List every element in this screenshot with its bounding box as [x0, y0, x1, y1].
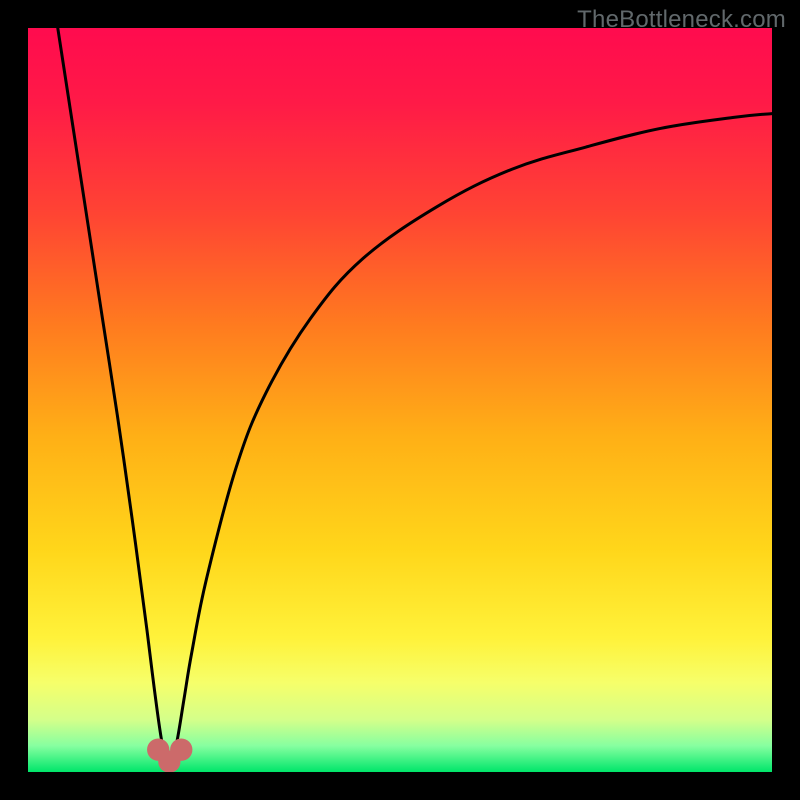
chart-plot-area — [28, 28, 772, 772]
chart-frame: TheBottleneck.com — [0, 0, 800, 800]
chart-svg — [28, 28, 772, 772]
watermark-text: TheBottleneck.com — [577, 6, 786, 34]
bump-marker — [170, 739, 192, 761]
chart-background-gradient — [28, 28, 772, 772]
